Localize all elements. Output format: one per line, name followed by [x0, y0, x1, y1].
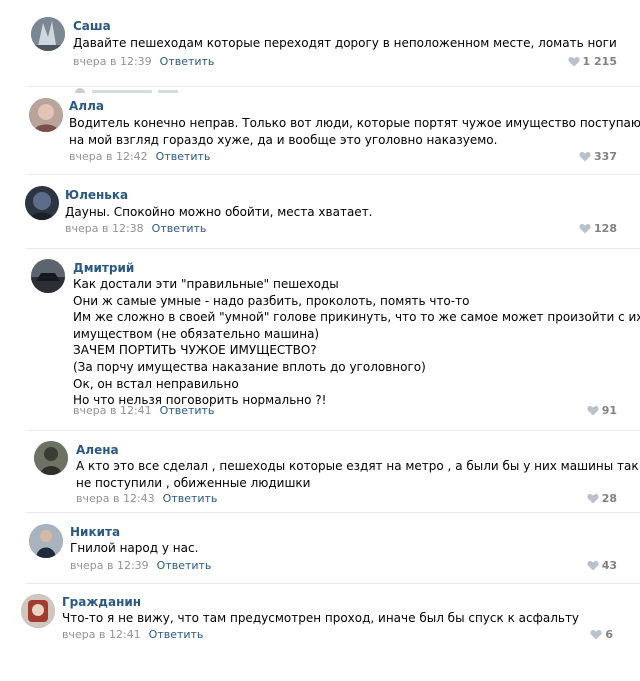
- comment-time[interactable]: вчера в 12:39: [73, 55, 152, 68]
- comment-author[interactable]: Никита: [70, 525, 120, 539]
- comment-line: Они ж самые умные - надо разбить, прокол…: [73, 293, 470, 308]
- comment-line: Ок, он встал неправильно: [73, 376, 239, 391]
- like-count: 28: [601, 492, 617, 505]
- comment-line: А кто это все сделал , пешеходы которые …: [76, 459, 640, 473]
- comment-line: (За порчу имущества наказание вплоть до …: [73, 359, 426, 374]
- comment-line: Им же сложно в своей "умной" голове прик…: [73, 310, 640, 325]
- comment: Алла Водитель конечно неправ. Только вот…: [0, 87, 640, 175]
- avatar[interactable]: [29, 98, 63, 132]
- like-button[interactable]: 128: [579, 222, 617, 235]
- like-count: 6: [605, 628, 613, 641]
- comment: Юленька Дауны. Спокойно можно обойти, ме…: [0, 175, 640, 250]
- comment-author[interactable]: Дмитрий: [73, 261, 134, 275]
- avatar[interactable]: [29, 524, 63, 558]
- comment-meta: вчера в 12:39 Ответить: [70, 559, 211, 572]
- comment-line: Водитель конечно неправ. Только вот люди…: [69, 116, 640, 130]
- comment-text: Как достали эти "правильные" пешеходы Он…: [73, 276, 640, 409]
- reply-link[interactable]: Ответить: [156, 150, 211, 163]
- avatar[interactable]: [25, 186, 59, 220]
- comment-line: Что-то я не вижу, что там предусмотрен п…: [62, 611, 580, 625]
- comment-time[interactable]: вчера в 12:41: [73, 404, 152, 417]
- comment: Дмитрий Как достали эти "правильные" пеш…: [0, 249, 640, 429]
- like-button[interactable]: 337: [579, 150, 617, 163]
- comment-time[interactable]: вчера в 12:38: [65, 222, 144, 235]
- heart-icon: [587, 405, 599, 416]
- comment-line: имуществом (не обязательно машина): [73, 326, 320, 341]
- comment-text: Водитель конечно неправ. Только вот люди…: [69, 115, 640, 148]
- heart-icon: [590, 629, 602, 640]
- comment-author[interactable]: Гражданин: [62, 595, 141, 609]
- comment-line: Давайте пешеходам которые переходят доро…: [73, 36, 617, 50]
- comment-meta: вчера в 12:41 Ответить: [62, 628, 203, 641]
- comment-line: Как достали эти "правильные" пешеходы: [73, 277, 339, 291]
- avatar[interactable]: [31, 17, 65, 51]
- heart-icon: [579, 151, 591, 162]
- reply-link[interactable]: Ответить: [160, 55, 215, 68]
- comment-line: не поступили , обиженные людишки: [76, 475, 311, 490]
- comment-text: А кто это все сделал , пешеходы которые …: [76, 458, 640, 491]
- reply-link[interactable]: Ответить: [157, 559, 212, 572]
- like-count: 91: [601, 404, 617, 417]
- heart-icon: [587, 560, 599, 571]
- reply-link[interactable]: Ответить: [160, 404, 215, 417]
- comment-text: Дауны. Спокойно можно обойти, места хват…: [65, 204, 605, 221]
- comment-text: Давайте пешеходам которые переходят доро…: [73, 35, 617, 52]
- comment-line: Дауны. Спокойно можно обойти, места хват…: [65, 205, 373, 219]
- comment-author[interactable]: Алла: [69, 99, 104, 113]
- comment: Алена А кто это все сделал , пешеходы ко…: [0, 431, 640, 516]
- like-button[interactable]: 91: [587, 404, 617, 417]
- heart-icon: [579, 223, 591, 234]
- like-count: 1 215: [582, 55, 617, 68]
- comment-time[interactable]: вчера в 12:39: [70, 559, 149, 572]
- comment-line: Гнилой народ у нас.: [70, 541, 199, 555]
- reply-link[interactable]: Ответить: [152, 222, 207, 235]
- like-button[interactable]: 1 215: [567, 55, 617, 68]
- like-count: 337: [594, 150, 617, 163]
- avatar[interactable]: [21, 594, 55, 628]
- reply-link[interactable]: Ответить: [163, 492, 218, 505]
- reply-link[interactable]: Ответить: [149, 628, 204, 641]
- comment-meta: вчера в 12:41 Ответить: [73, 404, 214, 417]
- heart-icon: [567, 56, 580, 67]
- comment: Гражданин Что-то я не вижу, что там пред…: [0, 584, 640, 659]
- like-button[interactable]: 28: [587, 492, 617, 505]
- heart-icon: [587, 493, 599, 504]
- comment-author[interactable]: Юленька: [65, 188, 128, 202]
- comment-author[interactable]: Саша: [73, 19, 111, 33]
- comment-line: ЗАЧЕМ ПОРТИТЬ ЧУЖОЕ ИМУЩЕСТВО?: [73, 343, 317, 358]
- comment: Никита Гнилой народ у нас. вчера в 12:39…: [0, 513, 640, 585]
- like-count: 128: [594, 222, 617, 235]
- avatar[interactable]: [31, 259, 65, 293]
- comment-meta: вчера в 12:38 Ответить: [65, 222, 206, 235]
- like-button[interactable]: 43: [587, 559, 617, 572]
- comment: Саша Давайте пешеходам которые переходят…: [0, 0, 640, 80]
- comment-meta: вчера в 12:43 Ответить: [76, 492, 217, 505]
- like-count: 43: [601, 559, 617, 572]
- comment-meta: вчера в 12:39 Ответить: [73, 55, 214, 68]
- comment-author[interactable]: Алена: [76, 443, 119, 457]
- comment-time[interactable]: вчера в 12:42: [69, 150, 148, 163]
- comment-line: на мой взгляд гораздо хуже, да и вообще …: [69, 132, 498, 147]
- comment-time[interactable]: вчера в 12:43: [76, 492, 155, 505]
- comment-time[interactable]: вчера в 12:41: [62, 628, 141, 641]
- like-button[interactable]: 6: [590, 628, 613, 641]
- avatar[interactable]: [34, 441, 68, 475]
- comment-text: Что-то я не вижу, что там предусмотрен п…: [62, 610, 602, 627]
- comment-meta: вчера в 12:42 Ответить: [69, 150, 210, 163]
- comment-text: Гнилой народ у нас.: [70, 540, 610, 557]
